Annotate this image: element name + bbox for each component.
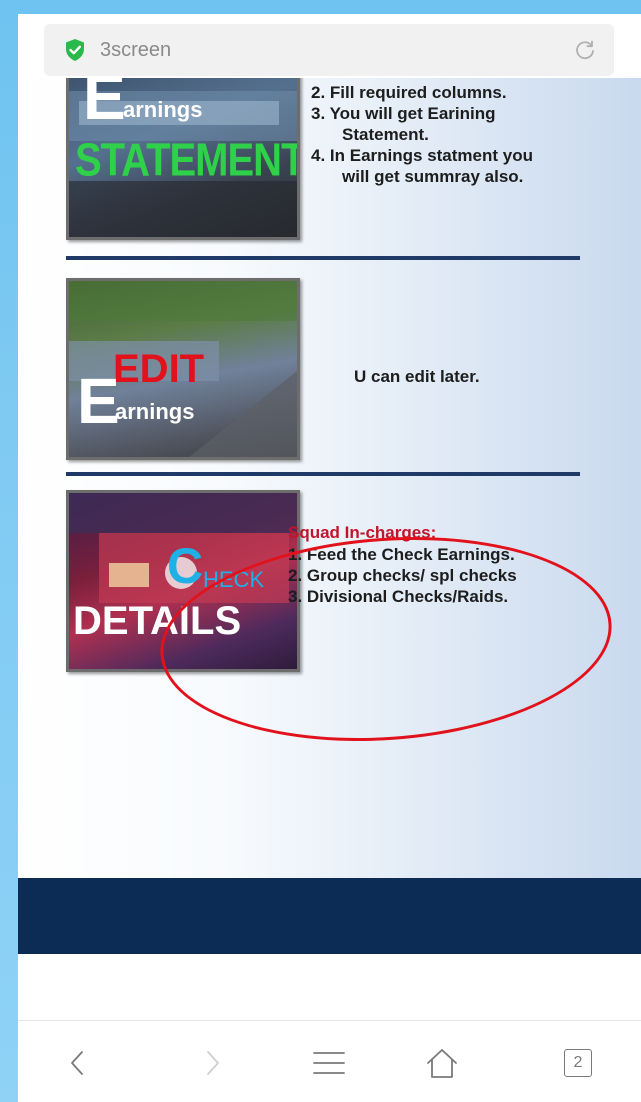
step-item: 3. You will get Earining [311,104,496,123]
section-divider [66,256,580,260]
thumb-word: arnings [115,399,195,424]
thumb-letter-e: E [83,78,126,133]
earnings-statement-steps: 2. Fill required columns. 3. You will ge… [311,82,533,187]
slide-content: E arnings STATEMENT 2. Fill required col… [18,78,641,888]
thumb-caption-statement: STATEMENT [75,135,300,186]
home-icon [427,1049,457,1078]
slide-footer-band [18,878,641,954]
browser-window: 3screen E arnings STATEMENT 2. Fill requ… [18,14,641,1102]
thumb-letter-c: C [167,538,204,594]
chevron-left-icon [71,1051,83,1075]
home-button[interactable] [422,1043,462,1083]
url-text: 3screen [100,38,172,61]
step-item: will get summray also. [342,167,524,186]
back-button[interactable] [58,1043,98,1083]
section-divider [66,472,580,476]
menu-button[interactable] [309,1043,349,1083]
edit-earnings-thumbnail: EDIT E arnings [66,278,300,460]
chevron-right-icon [207,1051,219,1075]
forward-button[interactable] [192,1043,232,1083]
shield-check-icon [66,39,84,61]
browser-nav-bar: 2 [18,1020,641,1102]
hamburger-menu-icon [313,1052,345,1074]
step-item: 4. In Earnings statment you [311,146,533,165]
edit-note-text: U can edit later. [354,367,480,386]
thumb-letter-e: E [77,365,120,437]
tabs-button[interactable]: 2 [558,1043,598,1083]
thumb-title-edit: EDIT [113,347,205,391]
step-item: 2. Fill required columns. [311,83,507,102]
tab-count: 2 [573,1054,583,1071]
address-bar[interactable]: 3screen [44,24,614,76]
earnings-statement-thumbnail: E arnings STATEMENT [66,78,300,240]
tab-count-box: 2 [564,1049,592,1077]
refresh-icon[interactable] [574,39,596,61]
thumb-word: arnings [123,97,203,122]
step-item: Statement. [342,125,429,144]
